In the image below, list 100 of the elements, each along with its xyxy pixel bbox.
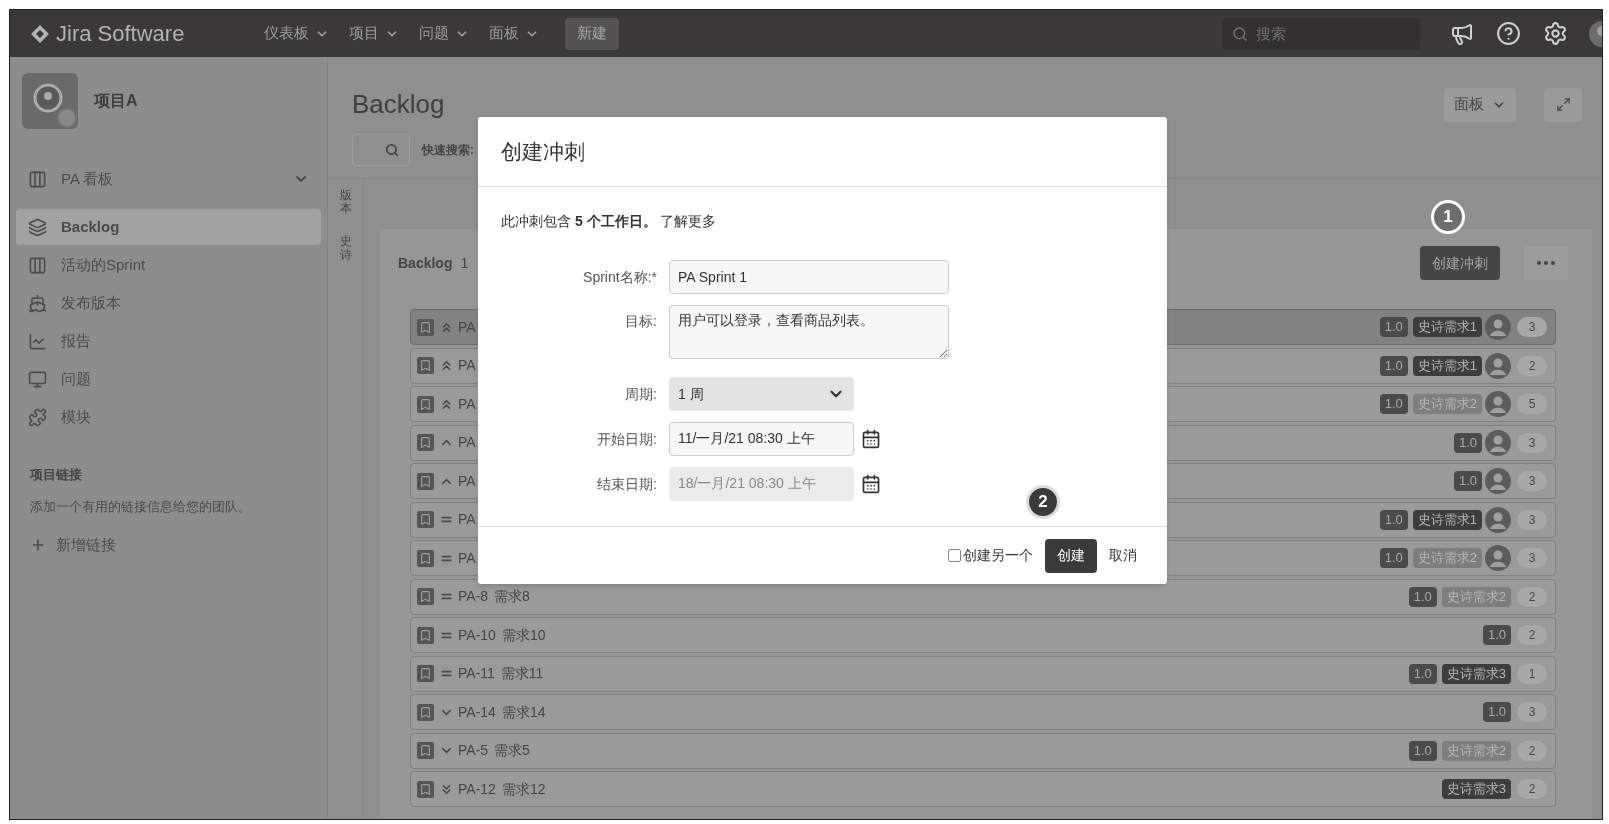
search-icon [385,143,399,157]
estimate-badge: 3 [1517,432,1547,453]
board-button[interactable]: 面板 [1444,87,1516,122]
ship-icon [28,293,47,313]
dialog-title: 创建冲刺 [501,138,585,165]
nav-menu[interactable]: 面板 [481,17,547,50]
sprint-name-field[interactable]: PA Sprint 1 [669,260,949,294]
issue-key[interactable]: PA-5 [458,740,489,761]
estimate-badge: 5 [1517,394,1547,414]
version-tag: 1.0 [1408,740,1437,761]
settings-icon[interactable] [1543,21,1568,46]
nav-menu[interactable]: 问题 [411,17,477,50]
field-label: 开始日期: [596,429,658,449]
story-icon [417,665,434,682]
backlog-title: Backlog [398,253,453,273]
sidebar-item[interactable]: Backlog [16,209,321,245]
epic-tag: 史诗需求3 [1441,663,1511,684]
story-icon [417,549,434,567]
version-tag: 1.0 [1482,625,1511,645]
megaphone-icon[interactable] [1450,21,1474,46]
create-sprint-button[interactable]: 创建冲刺 [1420,246,1500,280]
issue-key[interactable]: PA [458,432,476,453]
issue-summary: 需求5 [494,741,530,760]
project-name[interactable]: 项目A [94,89,138,113]
date-field: 18/一月/21 08:30 上午 [669,467,854,501]
nav-menu[interactable]: 项目 [341,17,407,50]
issue-key[interactable]: PA-10 [458,624,496,646]
links-heading: 项目链接 [30,466,83,484]
field-label: 目标: [624,312,658,331]
version-tag: 1.0 [1453,471,1482,491]
story-icon [417,472,434,490]
issue-summary: 需求12 [501,779,546,799]
add-link-button[interactable]: 新增链接 [30,534,116,557]
version-tag: 1.0 [1379,394,1408,414]
sidebar-item[interactable]: PA 看板 [16,161,321,197]
version-tag: 1.0 [1408,586,1437,607]
issue-summary: 需求11 [500,664,544,683]
quick-search-label: 快速搜索: [422,142,474,159]
calendar-icon[interactable] [861,474,881,494]
learn-more-link[interactable]: 了解更多 [660,213,717,229]
ellipsis-icon [1537,261,1555,265]
date-field[interactable]: 11/一月/21 08:30 上午 [669,422,854,456]
issue-key[interactable]: PA [458,393,476,415]
issue-key[interactable]: PA-14 [458,701,496,723]
story-icon [417,780,434,798]
sidebar-item[interactable]: 发布版本 [16,285,321,321]
version-tag: 1.0 [1379,509,1408,530]
issue-key[interactable]: PA [458,470,476,492]
help-icon[interactable] [1496,21,1521,46]
issue-key[interactable]: PA-12 [458,778,496,800]
story-icon [417,511,434,528]
sidebar-item[interactable]: 问题 [16,361,321,397]
issue-row[interactable]: PA-12 需求12 史诗需求3 2 [410,771,1556,807]
more-button[interactable] [1524,246,1568,280]
issue-summary: 需求8 [494,587,530,606]
story-icon [417,357,434,374]
issue-key[interactable]: PA [458,509,476,530]
create-button[interactable]: 新建 [565,17,619,50]
issue-row[interactable]: PA-14 需求14 1.0 3 [410,694,1556,730]
sidebar-item[interactable]: 模块 [16,399,321,435]
search-icon [1232,25,1248,42]
estimate-badge: 2 [1517,779,1547,799]
epic-tag: 史诗需求1 [1412,355,1482,376]
create-button[interactable]: 创建 [1045,538,1097,573]
app-logo-text[interactable]: Jira Software [56,17,256,50]
page-title: Backlog [352,88,445,121]
create-another-checkbox[interactable]: 创建另一个 [948,545,1033,566]
side-tab[interactable]: 史诗 [339,235,352,262]
estimate-badge: 3 [1517,702,1547,722]
issue-count: 1 [460,253,469,273]
epic-tag: 史诗需求1 [1412,509,1482,530]
nav-menu[interactable]: 仪表板 [256,17,337,50]
cancel-button[interactable]: 取消 [1103,538,1143,573]
issue-key[interactable]: PA-8 [458,586,489,607]
estimate-badge: 3 [1517,509,1547,530]
user-avatar-icon[interactable] [1588,19,1602,48]
issue-summary: 需求10 [501,625,546,645]
field-label: 周期: [624,384,658,404]
issue-key[interactable]: PA-11 [458,663,495,684]
stack-icon [28,217,47,237]
side-tab[interactable]: 版本 [339,189,352,216]
issue-row[interactable]: PA-10 需求10 1.0 2 [410,617,1556,653]
issue-row[interactable]: PA-11 需求11 1.0 史诗需求3 1 [410,655,1556,692]
story-icon [417,318,434,336]
issue-key[interactable]: PA [458,547,476,569]
sidebar-item[interactable]: 活动的Sprint [16,247,321,283]
goal-field[interactable]: 用户可以登录，查看商品列表。 [669,305,949,359]
quick-search-field[interactable] [352,134,410,166]
project-avatar[interactable] [22,73,78,129]
issue-key[interactable]: PA [458,355,476,376]
calendar-icon[interactable] [861,429,881,449]
story-icon [417,588,434,605]
version-tag: 1.0 [1379,355,1408,376]
estimate-badge: 2 [1517,625,1547,645]
issue-key[interactable]: PA [458,316,476,338]
field-label: 结束日期: [596,474,658,494]
version-tag: 1.0 [1379,548,1408,568]
duration-select[interactable]: 1 周 [669,377,854,411]
search-field[interactable]: 搜索 [1222,17,1420,50]
sidebar-item[interactable]: 报告 [16,323,321,359]
